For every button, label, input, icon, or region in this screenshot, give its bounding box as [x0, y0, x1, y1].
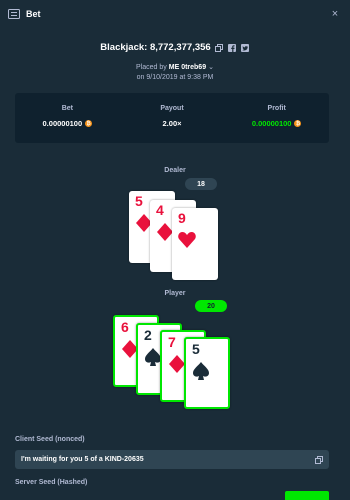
copy-icon[interactable]	[309, 450, 329, 469]
stat-payout: Payout 2.00×	[120, 93, 225, 143]
game-id: Blackjack: 8,772,377,356	[100, 42, 211, 53]
bitcoin-icon: ₿	[85, 120, 93, 127]
bet-stats-panel: Bet 0.00000100 ₿ Payout 2.00× Profit 0.0…	[15, 93, 329, 143]
server-seed-reveal-button[interactable]	[285, 491, 329, 500]
placed-info: Placed by ME 0treb69 ⌄ on 9/10/2019 at 9…	[0, 63, 350, 83]
twitter-icon[interactable]	[241, 43, 250, 52]
stat-label: Payout	[160, 105, 184, 112]
stat-value: 0.00000100 ₿	[15, 119, 120, 128]
player-score-badge: 20	[195, 300, 227, 312]
client-seed-label: Client Seed (nonced)	[15, 436, 85, 443]
server-seed-label: Server Seed (Hashed)	[15, 479, 88, 486]
chevron-down-icon[interactable]: ⌄	[208, 64, 214, 71]
facebook-icon[interactable]	[228, 43, 237, 52]
placed-date: on 9/10/2019 at 9:38 PM	[136, 74, 214, 81]
card-rank: 5	[135, 193, 143, 209]
card-rank: 5	[192, 341, 200, 357]
card-rank: 2	[144, 327, 152, 343]
heart-icon	[177, 230, 197, 250]
stat-value: 2.00×	[120, 119, 225, 128]
copy-icon[interactable]	[215, 43, 224, 52]
profit-amount: 0.00000100	[251, 119, 292, 128]
dealer-score-badge: 18	[185, 178, 217, 190]
client-seed-value: I'm waiting for you 5 of a KIND-20635	[21, 456, 144, 463]
close-icon[interactable]: ×	[328, 8, 342, 20]
stat-label: Profit	[267, 105, 286, 112]
spade-icon	[191, 361, 211, 381]
bet-amount: 0.00000100	[42, 119, 83, 128]
stat-profit: Profit 0.00000100 ₿	[224, 93, 329, 143]
placed-prefix: Placed by	[136, 64, 167, 71]
card-rank: 6	[121, 319, 129, 335]
game-id-row: Blackjack: 8,772,377,356	[0, 42, 350, 53]
client-seed-field[interactable]: I'm waiting for you 5 of a KIND-20635	[15, 450, 329, 469]
dealer-card: 9	[172, 208, 218, 280]
bitcoin-icon: ₿	[294, 120, 302, 127]
card-rank: 9	[178, 210, 186, 226]
ticket-icon	[8, 9, 20, 19]
player-card: 5	[184, 337, 230, 409]
stat-value: 0.00000100 ₿	[224, 119, 329, 128]
modal-header: Bet ×	[0, 0, 350, 28]
placed-user[interactable]: ME 0treb69	[169, 64, 206, 71]
card-rank: 7	[168, 334, 176, 350]
card-rank: 4	[156, 202, 164, 218]
payout-multiplier: 2.00×	[162, 119, 182, 128]
player-label: Player	[164, 290, 186, 297]
modal-title: Bet	[26, 9, 41, 19]
stat-bet: Bet 0.00000100 ₿	[15, 93, 120, 143]
dealer-label: Dealer	[164, 167, 186, 174]
stat-label: Bet	[61, 105, 73, 112]
